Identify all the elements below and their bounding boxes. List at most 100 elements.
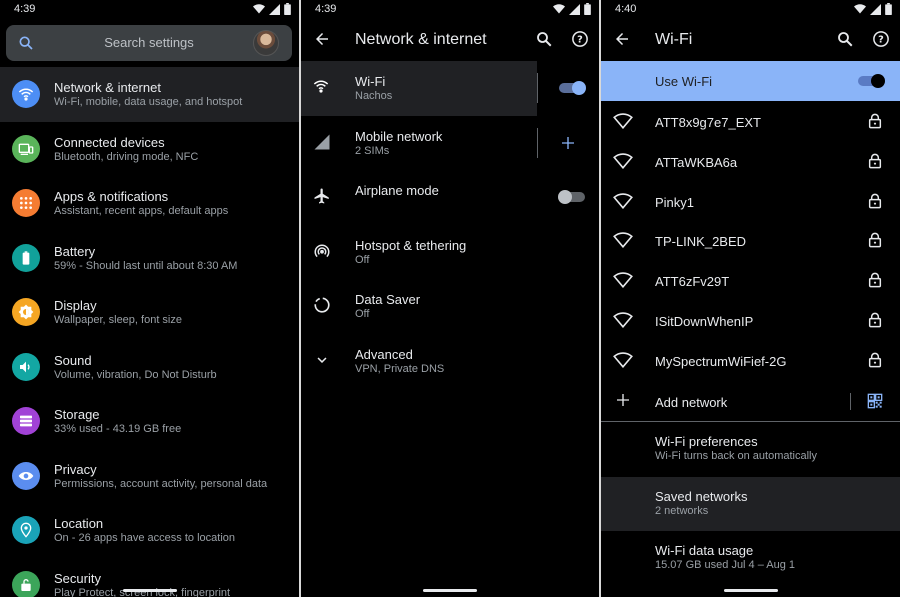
setting-title: Battery bbox=[54, 243, 96, 259]
wifi-network-item[interactable]: MySpectrumWiFief-2G bbox=[601, 340, 900, 380]
pref-title: Wi-Fi preferences bbox=[655, 434, 758, 449]
network-item-title: Airplane mode bbox=[355, 183, 439, 198]
pref-item-wi-fi-data-usage[interactable]: Wi-Fi data usage 15.07 GB used Jul 4 – Au… bbox=[601, 531, 900, 586]
volume-icon bbox=[12, 352, 40, 381]
airplane-toggle[interactable] bbox=[558, 190, 585, 204]
wifi-ssid: ISitDownWhenIP bbox=[655, 313, 754, 329]
help-icon[interactable]: ? bbox=[872, 30, 890, 48]
wifi-signal-icon bbox=[613, 352, 633, 368]
wifi-ssid: TP-LINK_2BED bbox=[655, 234, 747, 250]
back-arrow-icon[interactable] bbox=[313, 30, 331, 48]
setting-title: Network & internet bbox=[54, 80, 161, 95]
wifi-signal-icon bbox=[613, 312, 633, 328]
wifi-icon bbox=[12, 80, 40, 108]
network-item-title: Wi-Fi bbox=[355, 74, 386, 89]
wifi-ssid: MySpectrumWiFief-2G bbox=[655, 353, 787, 369]
airplane-icon bbox=[313, 187, 331, 210]
lock-icon bbox=[868, 233, 882, 248]
cell-signal-icon bbox=[313, 133, 331, 156]
display-brightness-icon bbox=[12, 298, 40, 326]
eye-icon bbox=[12, 461, 40, 490]
setting-item-location[interactable]: Location On - 26 apps have access to loca… bbox=[0, 503, 299, 558]
pref-title: Saved networks bbox=[655, 488, 748, 504]
wifi-ssid: Pinky1 bbox=[655, 194, 695, 210]
setting-title: Apps & notifications bbox=[54, 189, 169, 204]
setting-item-connected-devices[interactable]: Connected devices Bluetooth, driving mode… bbox=[0, 122, 299, 177]
avatar[interactable] bbox=[253, 30, 279, 56]
wifi-ssid: ATT8x9g7e7_EXT bbox=[655, 115, 761, 130]
lock-open-icon bbox=[12, 570, 40, 597]
wifi-status-icon bbox=[854, 4, 866, 14]
hotspot-icon bbox=[313, 242, 331, 265]
lock-icon bbox=[868, 153, 882, 169]
use-wifi-label: Use Wi-Fi bbox=[655, 74, 713, 89]
lock-icon bbox=[868, 352, 882, 368]
setting-item-privacy[interactable]: Privacy Permissions, account activity, pe… bbox=[0, 449, 299, 504]
wifi-network-item[interactable]: Pinky1 bbox=[601, 181, 900, 221]
gesture-nav-bar[interactable] bbox=[122, 589, 177, 592]
setting-title: Display bbox=[54, 298, 97, 313]
search-bar[interactable]: Search settings bbox=[6, 25, 292, 61]
status-time: 4:39 bbox=[315, 3, 337, 15]
storage-icon bbox=[12, 407, 40, 435]
network-item-hotspot-tethering[interactable]: Hotspot & tethering Off bbox=[301, 225, 599, 280]
add-network-label: Add network bbox=[655, 395, 728, 410]
gesture-nav-bar[interactable] bbox=[423, 589, 477, 592]
setting-item-storage[interactable]: Storage 33% used - 43.19 GB free bbox=[0, 394, 299, 449]
status-bar: 4:40 bbox=[601, 0, 900, 20]
status-bar: 4:39 bbox=[301, 0, 599, 20]
gesture-nav-bar[interactable] bbox=[723, 589, 778, 592]
network-item-data-saver[interactable]: Data Saver Off bbox=[301, 279, 599, 334]
location-pin-icon bbox=[12, 516, 40, 544]
setting-item-apps-notifications[interactable]: Apps & notifications Assistant, recent ap… bbox=[0, 176, 299, 231]
lock-icon bbox=[868, 272, 882, 288]
signal-status-icon bbox=[870, 3, 881, 15]
network-item-mobile-network[interactable]: Mobile network 2 SIMs bbox=[301, 116, 599, 171]
search-icon[interactable] bbox=[836, 30, 854, 48]
add-network-row[interactable]: Add network bbox=[601, 382, 900, 422]
app-bar: Wi-Fi ? bbox=[601, 20, 900, 60]
setting-subtitle: Volume, vibration, Do Not Disturb bbox=[54, 368, 217, 381]
pref-item-saved-networks[interactable]: Saved networks 2 networks bbox=[601, 476, 900, 531]
setting-subtitle: Permissions, account activity, personal … bbox=[54, 477, 268, 490]
network-item-advanced[interactable]: Advanced VPN, Private DNS bbox=[301, 334, 599, 389]
lock-icon bbox=[868, 312, 882, 328]
wifi-status-icon bbox=[553, 4, 565, 14]
network-item-wi-fi[interactable]: Wi-Fi Nachos bbox=[301, 61, 599, 116]
search-icon[interactable] bbox=[535, 30, 553, 48]
setting-item-network-internet[interactable]: Network & internet Wi-Fi, mobile, data us… bbox=[0, 67, 299, 122]
wifi-status-icon bbox=[253, 4, 265, 14]
pref-item-wi-fi-preferences[interactable]: Wi-Fi preferences Wi-Fi turns back on aut… bbox=[601, 422, 900, 477]
status-time: 4:40 bbox=[615, 3, 637, 15]
setting-title: Location bbox=[54, 516, 104, 531]
wifi-network-item[interactable]: ATT8x9g7e7_EXT bbox=[601, 101, 900, 141]
wifi-signal-icon bbox=[613, 153, 633, 169]
wifi-network-item[interactable]: ATT6zFv29T bbox=[601, 260, 900, 300]
help-icon[interactable]: ? bbox=[571, 30, 589, 48]
data-saver-icon bbox=[313, 296, 331, 319]
setting-item-battery[interactable]: Battery 59% - Should last until about 8:3… bbox=[0, 231, 299, 286]
wifi-ssid: ATT6zFv29T bbox=[655, 274, 730, 290]
add-icon[interactable] bbox=[560, 135, 576, 151]
search-placeholder: Search settings bbox=[104, 35, 194, 50]
setting-title: Security bbox=[54, 570, 101, 586]
status-time: 4:39 bbox=[14, 3, 36, 15]
battery-status-icon bbox=[284, 3, 291, 15]
wifi-signal-icon bbox=[613, 113, 633, 129]
pref-subtitle: Wi-Fi turns back on automatically bbox=[655, 450, 817, 462]
back-arrow-icon[interactable] bbox=[613, 30, 631, 48]
wifi-network-item[interactable]: ISitDownWhenIP bbox=[601, 300, 900, 340]
network-internet-screen: 4:39 Network & internet ? Wi-Fi Nachos Mob… bbox=[301, 0, 599, 597]
setting-subtitle: Wi-Fi, mobile, data usage, and hotspot bbox=[54, 96, 243, 108]
use-wifi-row[interactable]: Use Wi-Fi bbox=[601, 61, 900, 101]
svg-text:?: ? bbox=[878, 34, 884, 45]
setting-item-sound[interactable]: Sound Volume, vibration, Do Not Disturb bbox=[0, 340, 299, 395]
setting-item-display[interactable]: Display Wallpaper, sleep, font size bbox=[0, 285, 299, 340]
wifi-toggle[interactable] bbox=[559, 81, 586, 95]
qr-code-scanner-icon[interactable] bbox=[867, 393, 883, 409]
pref-subtitle: 2 networks bbox=[655, 504, 709, 517]
wifi-network-item[interactable]: TP-LINK_2BED bbox=[601, 220, 900, 260]
network-item-airplane-mode[interactable]: Airplane mode bbox=[301, 170, 599, 225]
use-wifi-toggle[interactable] bbox=[858, 74, 885, 88]
wifi-network-item[interactable]: ATTaWKBA6a bbox=[601, 141, 900, 181]
